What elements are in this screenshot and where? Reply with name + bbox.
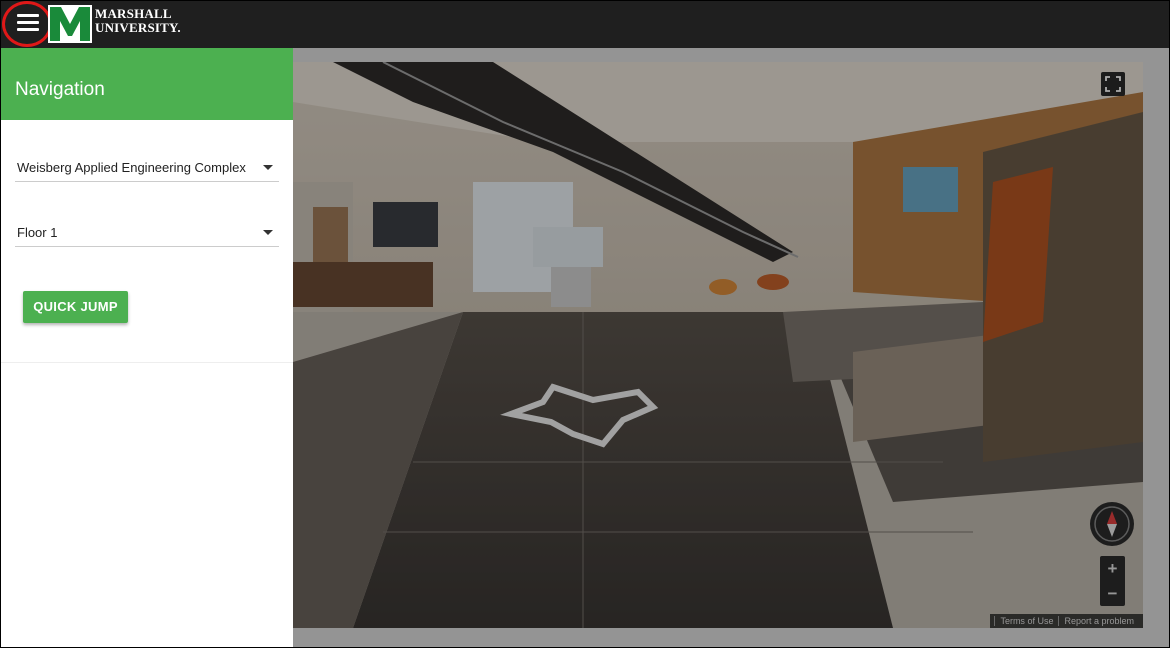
- top-bar: MARSHALL UNIVERSITY.: [1, 1, 1169, 48]
- marshall-m-logo[interactable]: [47, 4, 93, 44]
- menu-button[interactable]: [2, 1, 52, 47]
- dropdown-arrow-icon: [263, 230, 273, 235]
- logo-line1: MARSHALL: [95, 6, 172, 21]
- hamburger-icon: [17, 14, 39, 17]
- quick-jump-button[interactable]: QUICK JUMP: [23, 291, 128, 323]
- floor-select[interactable]: Floor 1: [15, 213, 279, 247]
- logo-text: MARSHALL UNIVERSITY.: [95, 7, 181, 35]
- navigation-panel: Navigation Weisberg Applied Engineering …: [1, 48, 293, 647]
- hamburger-icon-bar: [17, 21, 39, 24]
- floor-select-value: Floor 1: [17, 225, 58, 240]
- navigation-header: Navigation: [1, 48, 293, 120]
- building-select[interactable]: Weisberg Applied Engineering Complex: [15, 148, 279, 182]
- hamburger-icon-bar: [17, 28, 39, 31]
- app-frame: MARSHALL UNIVERSITY. Navigation Weisberg…: [1, 1, 1169, 647]
- divider: [1, 362, 293, 363]
- building-select-value: Weisberg Applied Engineering Complex: [17, 160, 246, 175]
- logo-line2: UNIVERSITY.: [95, 20, 181, 35]
- viewer-dim-overlay: [293, 48, 1169, 647]
- navigation-title: Navigation: [15, 79, 105, 100]
- dropdown-arrow-icon: [263, 165, 273, 170]
